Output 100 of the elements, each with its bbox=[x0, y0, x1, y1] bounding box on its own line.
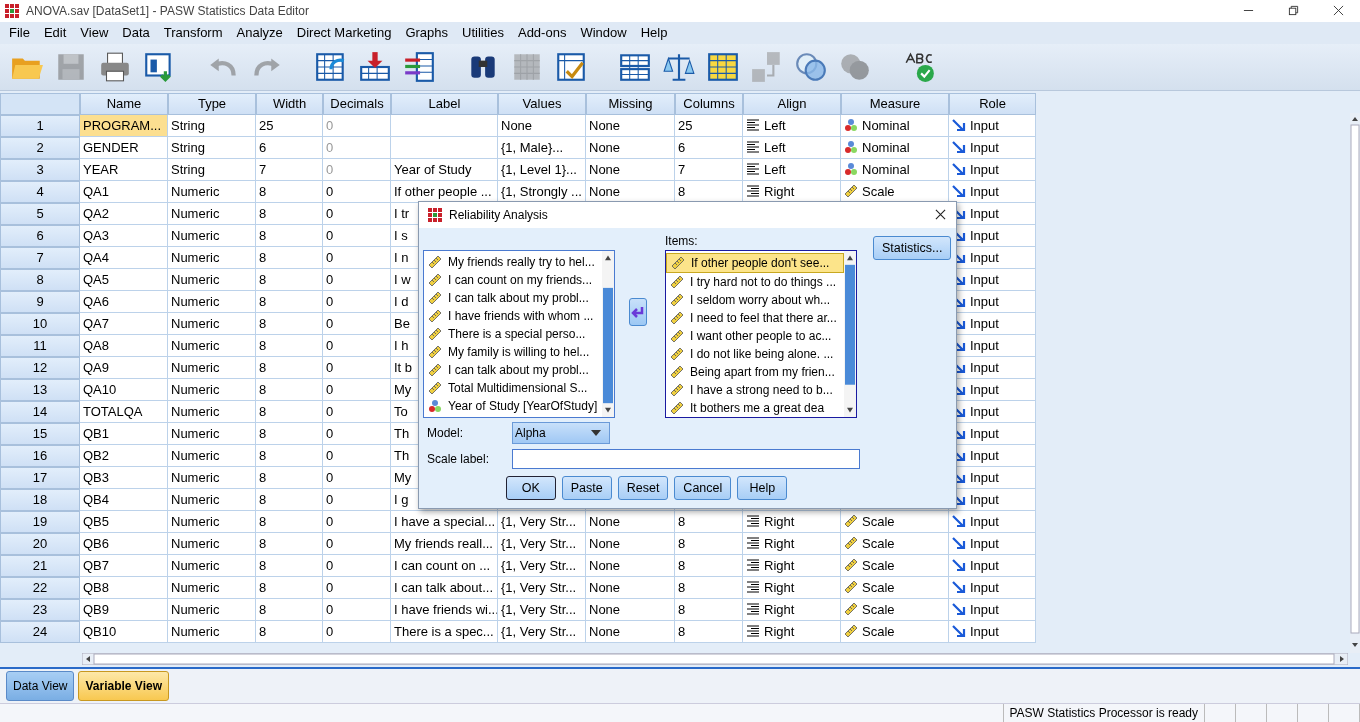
menu-item[interactable]: Add-ons bbox=[510, 25, 574, 41]
column-header[interactable]: Name bbox=[80, 92, 168, 115]
list-item[interactable]: I have a strong need to b... bbox=[666, 380, 844, 399]
table-cell[interactable]: My friends reall... bbox=[391, 532, 498, 555]
table-cell[interactable]: 8 bbox=[256, 400, 323, 423]
list-item[interactable]: If other people don't see... bbox=[666, 252, 844, 273]
table-cell[interactable]: Numeric bbox=[168, 466, 256, 489]
table-cell[interactable]: {1, Very Str... bbox=[498, 620, 586, 643]
table-cell[interactable]: 8 bbox=[256, 576, 323, 599]
table-cell[interactable]: String bbox=[168, 158, 256, 181]
row-number[interactable]: 21 bbox=[0, 554, 80, 577]
table-cell[interactable]: 8 bbox=[675, 576, 743, 599]
table-cell[interactable]: {1, Very Str... bbox=[498, 554, 586, 577]
table-cell[interactable]: QA7 bbox=[80, 312, 168, 335]
table-cell[interactable]: 0 bbox=[323, 554, 391, 577]
table-cell[interactable]: 7 bbox=[256, 158, 323, 181]
list-scrollbar[interactable] bbox=[844, 250, 856, 417]
table-cell[interactable]: QA6 bbox=[80, 290, 168, 313]
column-header[interactable]: Values bbox=[498, 92, 586, 115]
table-cell[interactable]: None bbox=[586, 510, 675, 533]
list-item[interactable]: Total Multidimensional S... bbox=[424, 378, 602, 397]
row-number[interactable]: 17 bbox=[0, 466, 80, 489]
table-cell[interactable]: Numeric bbox=[168, 620, 256, 643]
table-cell[interactable]: 8 bbox=[256, 554, 323, 577]
column-header[interactable]: Align bbox=[743, 92, 841, 115]
table-cell[interactable]: QA1 bbox=[80, 180, 168, 203]
row-number[interactable]: 5 bbox=[0, 202, 80, 225]
table-cell[interactable]: I have friends wi... bbox=[391, 598, 498, 621]
table-cell[interactable]: 25 bbox=[256, 114, 323, 137]
dialog-button[interactable]: OK bbox=[505, 475, 556, 500]
column-header[interactable]: Missing bbox=[586, 92, 675, 115]
table-cell[interactable]: 8 bbox=[675, 554, 743, 577]
table-cell[interactable]: GENDER bbox=[80, 136, 168, 159]
menu-item[interactable]: Graphs bbox=[398, 25, 456, 41]
table-cell[interactable]: 8 bbox=[256, 356, 323, 379]
list-item[interactable]: There is a special perso... bbox=[424, 324, 602, 343]
table-cell[interactable]: Numeric bbox=[168, 268, 256, 291]
column-header[interactable]: Type bbox=[168, 92, 256, 115]
table-cell[interactable]: 8 bbox=[256, 620, 323, 643]
column-header[interactable]: Decimals bbox=[323, 92, 391, 115]
dialog-button[interactable]: Cancel bbox=[674, 475, 732, 500]
table-cell[interactable]: Year of Study bbox=[391, 158, 498, 181]
table-cell[interactable]: Numeric bbox=[168, 356, 256, 379]
table-cell[interactable]: Numeric bbox=[168, 290, 256, 313]
table-cell[interactable]: 0 bbox=[323, 400, 391, 423]
horizontal-scrollbar[interactable] bbox=[82, 652, 1348, 665]
row-number[interactable]: 18 bbox=[0, 488, 80, 511]
table-cell[interactable]: I have a special... bbox=[391, 510, 498, 533]
table-cell[interactable]: None bbox=[586, 114, 675, 137]
table-cell[interactable]: 0 bbox=[323, 466, 391, 489]
table-cell[interactable]: Numeric bbox=[168, 598, 256, 621]
table-cell[interactable]: 0 bbox=[323, 576, 391, 599]
table-cell[interactable]: 0 bbox=[323, 180, 391, 203]
variable-list[interactable] bbox=[423, 249, 615, 418]
table-cell[interactable]: YEAR bbox=[80, 158, 168, 181]
table-cell[interactable]: 0 bbox=[323, 290, 391, 313]
row-number[interactable]: 8 bbox=[0, 268, 80, 291]
list-item[interactable]: I want other people to ac... bbox=[666, 326, 844, 345]
table-cell[interactable]: String bbox=[168, 114, 256, 137]
table-cell[interactable]: QB3 bbox=[80, 466, 168, 489]
list-scrollbar[interactable] bbox=[602, 250, 614, 417]
table-cell[interactable]: If other people ... bbox=[391, 180, 498, 203]
row-number[interactable]: 7 bbox=[0, 246, 80, 269]
table-cell[interactable]: There is a spec... bbox=[391, 620, 498, 643]
grid-down-arrow-icon[interactable] bbox=[358, 49, 392, 84]
list-item[interactable]: I seldom worry about wh... bbox=[666, 290, 844, 309]
table-cell[interactable]: Numeric bbox=[168, 422, 256, 445]
table-cell[interactable]: Numeric bbox=[168, 532, 256, 555]
table-cell[interactable]: 6 bbox=[256, 136, 323, 159]
row-number[interactable]: 19 bbox=[0, 510, 80, 533]
table-cell[interactable]: 8 bbox=[675, 180, 743, 203]
menu-item[interactable]: Transform bbox=[156, 25, 230, 41]
table-cell[interactable]: {1, Very Str... bbox=[498, 598, 586, 621]
column-header[interactable]: Columns bbox=[675, 92, 743, 115]
table-cell[interactable]: {1, Very Str... bbox=[498, 532, 586, 555]
dialog-button[interactable]: Paste bbox=[561, 475, 612, 500]
table-cell[interactable]: 8 bbox=[256, 224, 323, 247]
table-cell[interactable]: QA4 bbox=[80, 246, 168, 269]
list-item[interactable]: I can count on my friends... bbox=[424, 270, 602, 289]
table-cell[interactable]: QB2 bbox=[80, 444, 168, 467]
table-cell[interactable]: Numeric bbox=[168, 312, 256, 335]
table-cell[interactable]: None bbox=[498, 114, 586, 137]
table-cell[interactable]: 8 bbox=[256, 488, 323, 511]
restore-icon[interactable] bbox=[1288, 5, 1299, 17]
list-item[interactable]: Being apart from my frien... bbox=[666, 362, 844, 381]
row-number[interactable]: 3 bbox=[0, 158, 80, 181]
table-cell[interactable]: TOTALQA bbox=[80, 400, 168, 423]
table-cell[interactable]: {1, Strongly ... bbox=[498, 180, 586, 203]
items-list[interactable] bbox=[665, 249, 857, 418]
table-cell[interactable]: Numeric bbox=[168, 224, 256, 247]
list-item[interactable]: I try hard not to do things ... bbox=[666, 272, 844, 291]
table-cell[interactable]: String bbox=[168, 136, 256, 159]
table-cell[interactable]: 0 bbox=[323, 334, 391, 357]
table-cell[interactable]: None bbox=[586, 576, 675, 599]
table-cell[interactable]: Numeric bbox=[168, 554, 256, 577]
table-cell[interactable]: 8 bbox=[256, 334, 323, 357]
corner-cell[interactable] bbox=[0, 92, 80, 115]
table-cell[interactable]: None bbox=[586, 158, 675, 181]
table-cell[interactable]: None bbox=[586, 180, 675, 203]
table-cell[interactable]: 0 bbox=[323, 488, 391, 511]
